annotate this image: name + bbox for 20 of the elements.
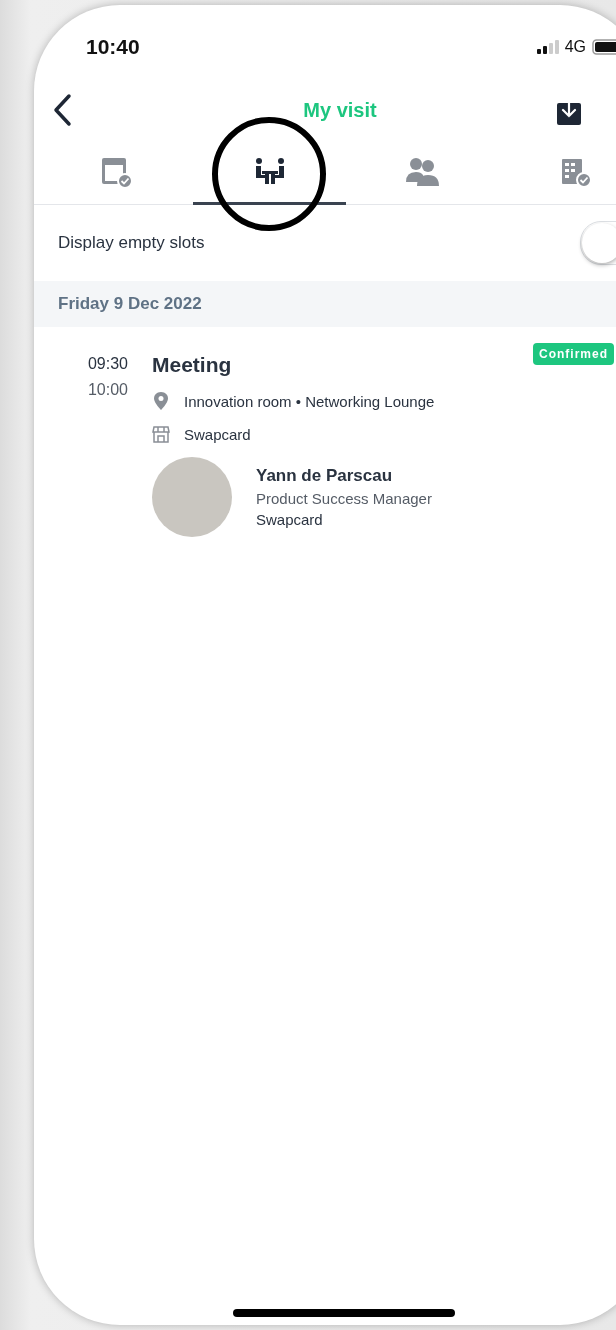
toggle-label: Display empty slots [58, 233, 205, 253]
back-icon[interactable] [52, 93, 72, 127]
start-time: 09:30 [87, 355, 128, 373]
location-pin-icon [152, 391, 170, 411]
attendee-company: Swapcard [256, 511, 324, 528]
people-icon [404, 155, 441, 189]
event-title: Meeting [152, 353, 232, 377]
network-label: 4G [564, 38, 586, 56]
end-time: 10:00 [87, 381, 128, 399]
storefront-icon [152, 425, 170, 443]
location-text: Innovation room • Networking Lounge [184, 392, 435, 410]
date-heading: Friday 9 Dec 2022 [58, 294, 202, 314]
status-time: 10:40 [86, 35, 140, 59]
attendee-role: Product Success Manager [256, 490, 432, 507]
page-title: My visit [303, 98, 377, 122]
status-badge: Confirmed [533, 343, 614, 365]
calendar-check-icon [99, 155, 134, 189]
company-text: Swapcard [184, 425, 251, 443]
signal-icon [536, 40, 559, 54]
attendee-name[interactable]: Yann de Parscau [256, 466, 432, 486]
